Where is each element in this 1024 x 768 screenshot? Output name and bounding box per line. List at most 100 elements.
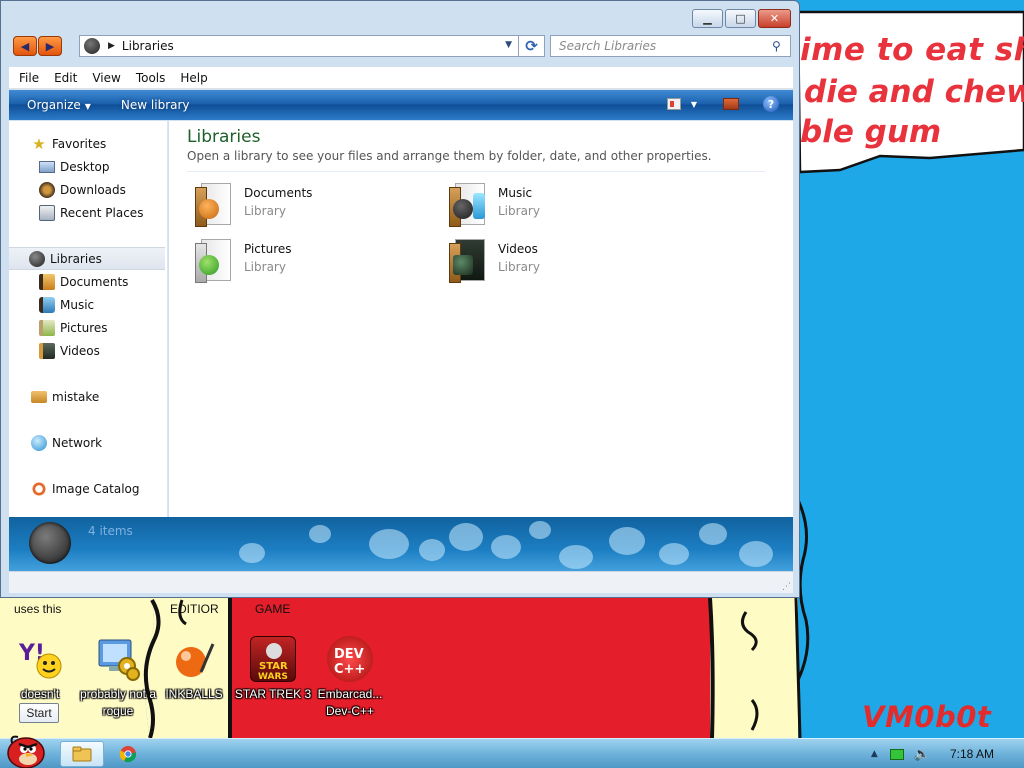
address-history-dropdown-icon[interactable]: ▼	[505, 40, 512, 50]
menu-tools[interactable]: Tools	[136, 71, 166, 85]
show-hidden-icons-icon[interactable]: ▲	[871, 749, 878, 759]
minimize-button[interactable]: ▁	[692, 9, 723, 28]
music-library-icon	[445, 181, 489, 229]
sidebar-item-videos[interactable]: Videos	[9, 339, 167, 362]
taskbar: ▲ 🔈 7:18 AM	[0, 735, 1024, 768]
inkball-icon	[171, 636, 217, 682]
sidebar-item-favorites[interactable]: ★ Favorites	[9, 132, 167, 155]
forward-button[interactable]: ▶	[38, 36, 62, 56]
view-options-dropdown-icon[interactable]: ▼	[691, 100, 697, 109]
status-bar: ⋰	[9, 571, 793, 593]
library-item-videos[interactable]: Videos Library	[445, 237, 685, 287]
library-item-pictures[interactable]: Pictures Library	[191, 237, 431, 287]
sidebar-item-label: Music	[60, 297, 95, 312]
new-library-button[interactable]: New library	[121, 98, 190, 112]
wallpaper-label-editior: EDITIOR	[170, 602, 219, 616]
desktop-icon-star-trek[interactable]: STAR WARS STAR TREK 3	[231, 636, 315, 703]
organize-button[interactable]: Organize ▼	[27, 98, 91, 112]
menu-file[interactable]: File	[19, 71, 39, 85]
documents-icon	[39, 273, 55, 290]
clock[interactable]: 7:18 AM	[950, 747, 994, 761]
command-bar-right: ▼ ?	[666, 96, 779, 112]
library-kind: Library	[244, 204, 286, 218]
sidebar-item-desktop[interactable]: Desktop	[9, 155, 167, 178]
page-subtitle: Open a library to see your files and arr…	[187, 149, 765, 172]
search-input[interactable]: Search Libraries	[550, 35, 791, 57]
network-status-icon[interactable]	[889, 748, 904, 760]
desktop-icon-label: INKBALLS	[165, 687, 223, 701]
details-pane: 4 items	[9, 517, 793, 571]
preview-pane-icon[interactable]	[723, 98, 739, 110]
sidebar-item-mistake[interactable]: mistake	[9, 385, 167, 408]
desktop-icon-label: STAR TREK 3	[234, 687, 312, 701]
svg-text:WARS: WARS	[258, 672, 288, 682]
close-button[interactable]: ✕	[758, 9, 791, 28]
sidebar-item-documents[interactable]: Documents	[9, 270, 167, 293]
resize-grip-icon[interactable]: ⋰	[782, 582, 791, 592]
sidebar-item-network[interactable]: Network	[9, 431, 167, 454]
page-title: Libraries	[187, 127, 261, 147]
image-catalog-icon	[31, 480, 47, 497]
navigation-pane: ★ Favorites Desktop Downloads Recent Plac…	[9, 121, 168, 517]
maximize-button[interactable]: □	[725, 9, 756, 28]
monitor-gears-icon	[95, 636, 141, 682]
breadcrumb-libraries[interactable]: Libraries	[122, 39, 174, 53]
content-pane: Libraries Open a library to see your fil…	[169, 121, 793, 517]
wallpaper-signature: VM0b0t	[862, 700, 992, 734]
library-item-documents[interactable]: Documents Library	[191, 181, 431, 231]
library-name: Music	[498, 186, 533, 200]
organize-label: Organize	[27, 98, 81, 112]
wallpaper-label-game: GAME	[255, 602, 291, 616]
start-button[interactable]	[4, 731, 48, 768]
sidebar-item-image-catalog[interactable]: Image Catalog	[9, 477, 167, 500]
wallpaper-text-line-3: ble gum	[800, 114, 942, 150]
videos-library-icon	[445, 237, 489, 285]
wallpaper-text-line-2: die and chew	[804, 74, 1024, 110]
sidebar-item-recent-places[interactable]: Recent Places	[9, 201, 167, 224]
navigation-buttons: ◀ ▶	[13, 35, 63, 57]
change-view-icon[interactable]	[666, 98, 681, 110]
homegroup-icon	[31, 390, 47, 403]
library-name: Documents	[244, 186, 313, 200]
back-button[interactable]: ◀	[13, 36, 37, 56]
desktop-icon-probably-not-a-rogue[interactable]: probably not a rogue	[76, 636, 160, 720]
downloads-icon	[39, 181, 55, 198]
menu-edit[interactable]: Edit	[54, 71, 77, 85]
libraries-location-icon	[84, 38, 100, 54]
library-item-music[interactable]: Music Library	[445, 181, 685, 231]
svg-text:C++: C++	[334, 662, 365, 677]
sidebar-item-label: Videos	[60, 343, 100, 358]
dev-cpp-icon: DEV C++	[327, 636, 373, 682]
sidebar-item-label: mistake	[52, 389, 100, 404]
wallpaper-label-uses-this: uses this	[14, 602, 62, 616]
desktop-icon-label: doesn't	[20, 687, 60, 701]
videos-icon	[39, 342, 55, 359]
pictures-library-icon	[191, 237, 235, 285]
help-icon[interactable]: ?	[763, 96, 779, 112]
taskbar-explorer[interactable]	[60, 741, 104, 767]
taskbar-chrome[interactable]	[106, 741, 150, 767]
desktop-icon-inkballs[interactable]: INKBALLS	[152, 636, 236, 703]
breadcrumb-chevron-icon[interactable]: ▶	[108, 41, 115, 51]
menu-view[interactable]: View	[92, 71, 120, 85]
desktop-icon-dev-cpp[interactable]: DEV C++ Embarcad... Dev-C++	[308, 636, 392, 720]
sidebar-item-pictures[interactable]: Pictures	[9, 316, 167, 339]
desktop-icon-yahoo[interactable]: Y! doesn't	[0, 636, 82, 703]
yahoo-messenger-icon: Y!	[17, 636, 63, 682]
angry-bird-start-icon	[7, 735, 45, 768]
library-kind: Library	[244, 260, 286, 274]
network-icon	[31, 434, 47, 451]
system-tray: ▲ 🔈 7:18 AM	[871, 739, 1024, 768]
desktop-icon	[39, 160, 55, 173]
sidebar-item-music[interactable]: Music	[9, 293, 167, 316]
library-kind: Library	[498, 260, 540, 274]
refresh-button[interactable]: ⟳	[519, 35, 545, 57]
desktop-icon-label: Embarcad... Dev-C++	[317, 687, 383, 718]
volume-icon[interactable]: 🔈	[914, 747, 930, 762]
address-bar[interactable]: ▶ Libraries ▼	[79, 35, 519, 57]
menu-help[interactable]: Help	[180, 71, 207, 85]
sidebar-item-libraries[interactable]: Libraries	[9, 247, 165, 270]
svg-text:DEV: DEV	[334, 647, 364, 662]
search-icon[interactable]: ⚲	[772, 39, 793, 53]
sidebar-item-downloads[interactable]: Downloads	[9, 178, 167, 201]
